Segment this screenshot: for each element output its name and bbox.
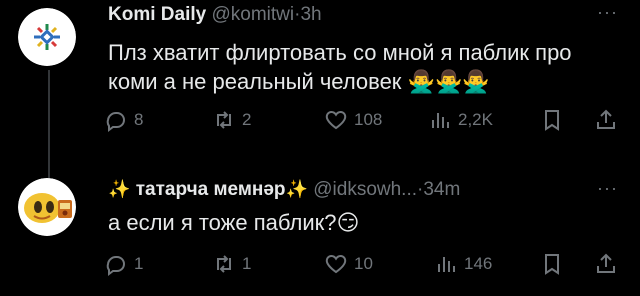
tweet-header: Komi Daily @komitwi·3h [108,4,322,26]
share-icon [597,253,615,273]
tweet-emoji: 😏 [336,211,360,236]
bookmark-icon [545,110,559,131]
like-button[interactable]: 108 [324,108,382,132]
bookmark-button[interactable] [540,252,564,276]
like-button[interactable]: 10 [324,252,373,276]
share-icon [597,109,615,129]
timestamp[interactable]: 34m [423,179,460,200]
share-button[interactable] [594,108,618,132]
author-name[interactable]: татарча мемнәр [136,179,286,200]
sparkle-icon: ✨ [285,179,308,200]
retweet-count: 1 [242,254,252,273]
tweet-komi-daily[interactable]: Komi Daily @komitwi·3h ··· Плз хватит фл… [0,0,640,168]
author-handle[interactable]: @komitwi [211,4,294,25]
reply-icon [106,255,125,276]
retweet-button[interactable]: 1 [212,252,251,276]
reply-button[interactable]: 1 [104,252,143,276]
views-count: 146 [464,254,493,273]
tweet-text: а если я тоже паблик?😏 [108,208,608,238]
reply-icon [106,111,125,132]
tweet-text: Плз хватит флиртовать со мной я паблик п… [108,38,608,97]
timestamp[interactable]: 3h [300,4,321,25]
action-bar: 8 2 108 2,2K [104,108,620,134]
analytics-bars-icon [438,257,455,272]
tweet-emoji: 🙅‍♂️🙅‍♂️🙅‍♂️ [407,70,490,95]
author-handle[interactable]: @idksowh... [313,179,417,200]
tweet-text-content: а если я тоже паблик? [108,210,337,235]
tweet-text-content: Плз хватит флиртовать со мной я паблик п… [108,40,572,94]
more-options-button[interactable]: ··· [597,178,618,199]
views-button[interactable]: 2,2K [428,108,493,132]
more-options-button[interactable]: ··· [597,2,618,23]
avatar[interactable] [18,178,76,236]
bookmark-button[interactable] [540,108,564,132]
retweet-button[interactable]: 2 [212,108,251,132]
like-count: 108 [354,110,383,129]
sparkle-icon: ✨ [108,179,131,200]
heart-icon [325,110,347,130]
action-bar: 1 1 10 146 [104,252,620,278]
author-name[interactable]: Komi Daily [108,4,206,25]
reply-count: 8 [134,110,144,129]
bookmark-icon [545,254,559,275]
heart-icon [325,254,347,274]
avatar[interactable] [18,8,76,66]
reply-button[interactable]: 8 [104,108,143,132]
retweet-icon [217,255,231,273]
retweet-icon [217,111,231,129]
share-button[interactable] [594,252,618,276]
views-button[interactable]: 146 [434,252,492,276]
tweet-reply[interactable]: ✨ татарча мемнәр✨ @idksowh...·34m ··· а … [0,168,640,296]
komi-sun-logo-icon [18,8,76,66]
tweet-header: ✨ татарча мемнәр✨ @idksowh...·34m [108,179,460,201]
reply-count: 1 [134,254,144,273]
views-count: 2,2K [458,110,493,129]
yellow-meme-character-avatar [18,178,76,236]
like-count: 10 [354,254,373,273]
retweet-count: 2 [242,110,252,129]
analytics-bars-icon [432,113,449,128]
